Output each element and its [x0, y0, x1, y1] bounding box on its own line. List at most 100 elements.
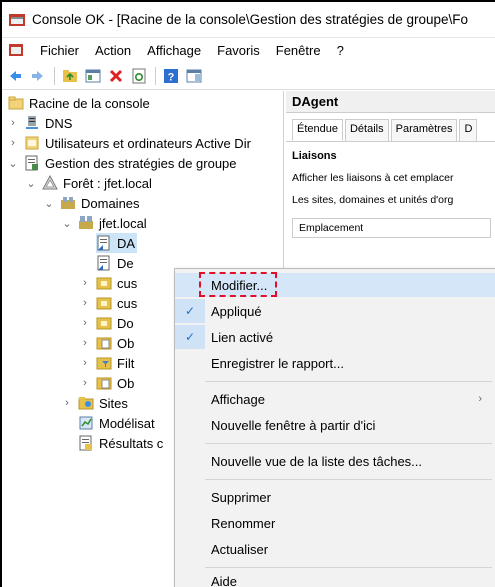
up-folder-icon[interactable]	[61, 67, 79, 85]
show-action-pane-icon[interactable]	[185, 67, 203, 85]
menu-item-supprimer[interactable]: Supprimer	[175, 485, 495, 509]
menu-item-applique[interactable]: ✓ Appliqué	[175, 299, 495, 323]
tree-item-label: Utilisateurs et ordinateurs Active Dir	[45, 135, 251, 151]
menu-separator	[205, 381, 492, 382]
tree-item-label: Ob	[117, 335, 135, 351]
domains-icon	[60, 195, 76, 211]
forest-icon	[42, 174, 58, 191]
menu-item-lien-active[interactable]: ✓ Lien activé	[175, 325, 495, 349]
tab-parametres[interactable]: Paramètres	[390, 119, 458, 141]
folder-icon	[8, 95, 24, 111]
menu-item-nouvelle-vue-taches[interactable]: Nouvelle vue de la liste des tâches...	[175, 449, 495, 473]
context-menu: Modifier... ✓ Appliqué ✓ Lien activé Enr…	[174, 268, 495, 587]
menu-item-renommer[interactable]: Renommer	[175, 511, 495, 535]
collapse-arrow-icon[interactable]: ⌄	[60, 217, 74, 230]
gpo-link-icon	[96, 255, 112, 271]
tree-item-label: cus	[117, 295, 138, 311]
tree-item-domain-jfet[interactable]: ⌄ jfet.local	[60, 213, 146, 233]
expand-arrow-icon[interactable]: ›	[6, 117, 20, 129]
expand-arrow-icon[interactable]: ›	[6, 137, 20, 149]
menu-separator	[205, 567, 492, 568]
tree-item-dns[interactable]: › DNS	[6, 113, 72, 133]
tree-item-ou-3[interactable]: › Do	[78, 313, 134, 333]
filter-folder-icon	[96, 355, 112, 371]
title-bar: Console OK - [Racine de la console\Gesti…	[2, 2, 495, 38]
tree-item-ou-2[interactable]: › cus	[78, 293, 137, 313]
collapse-arrow-icon[interactable]: ⌄	[6, 157, 20, 170]
refresh-icon[interactable]	[130, 67, 148, 85]
collapse-arrow-icon[interactable]: ⌄	[24, 177, 38, 190]
help-icon[interactable]: ?	[162, 67, 180, 85]
tree-item-label: Forêt : jfet.local	[63, 175, 152, 191]
delete-icon[interactable]	[107, 67, 125, 85]
menu-item-nouvelle-fenetre[interactable]: Nouvelle fenêtre à partir d'ici	[175, 413, 495, 437]
results-icon	[78, 435, 94, 451]
toolbar: ?	[2, 62, 495, 90]
expand-arrow-icon[interactable]: ›	[78, 317, 92, 329]
tree-item-root[interactable]: Racine de la console	[8, 93, 150, 113]
mmc-window: Console OK - [Racine de la console\Gesti…	[2, 2, 495, 587]
ou-folder-icon	[96, 295, 112, 311]
modeling-icon	[78, 415, 94, 431]
tree-item-gpm[interactable]: ⌄ Gestion des stratégies de groupe	[6, 153, 237, 173]
menu-item-enregistrer-rapport[interactable]: Enregistrer le rapport...	[175, 351, 495, 375]
expand-arrow-icon[interactable]: ›	[78, 277, 92, 289]
tree-item-gpo-objects[interactable]: › Ob	[78, 333, 134, 353]
tab-etendue[interactable]: Étendue	[292, 119, 343, 141]
expand-arrow-icon[interactable]: ›	[78, 297, 92, 309]
collapse-arrow-icon[interactable]: ⌄	[42, 197, 56, 210]
menu-item-affichage[interactable]: Affichage ›	[175, 387, 495, 411]
tree-item-starter-gpo[interactable]: › Ob	[78, 373, 134, 393]
menu-item-label: Nouvelle vue de la liste des tâches...	[211, 453, 423, 469]
menu-action[interactable]: Action	[87, 43, 139, 58]
liaisons-location-label: Afficher les liaisons à cet emplacer	[292, 172, 454, 184]
tree-item-sites[interactable]: › Sites	[60, 393, 128, 413]
expand-arrow-icon[interactable]: ›	[78, 337, 92, 349]
tree-item-forest[interactable]: ⌄ Forêt : jfet.local	[24, 173, 152, 193]
tree-item-results[interactable]: Résultats c	[78, 433, 163, 453]
tree-item-modeling[interactable]: Modélisat	[78, 413, 155, 433]
tree-item-gpo-link-default[interactable]: De	[96, 253, 134, 273]
menu-affichage[interactable]: Affichage	[139, 43, 209, 58]
window-title: Console OK - [Racine de la console\Gesti…	[32, 12, 468, 27]
tree-item-ou-1[interactable]: › cus	[78, 273, 137, 293]
tab-details[interactable]: Détails	[344, 119, 389, 141]
tree-item-domains[interactable]: ⌄ Domaines	[42, 193, 140, 213]
details-tabs: Étendue Détails Paramètres D	[286, 119, 495, 141]
menu-item-aide[interactable]: Aide	[175, 569, 495, 587]
menu-item-label: Affichage	[211, 391, 265, 407]
menu-item-actualiser[interactable]: Actualiser	[175, 537, 495, 561]
toolbar-separator	[155, 66, 156, 85]
expand-arrow-icon[interactable]: ›	[60, 397, 74, 409]
gpo-folder-icon	[96, 375, 112, 391]
column-header-emplacement[interactable]: Emplacement	[292, 218, 491, 238]
tree-item-label: Domaines	[81, 195, 140, 211]
tree-item-users-computers[interactable]: › Utilisateurs et ordinateurs Active Dir	[6, 133, 251, 153]
check-icon: ✓	[185, 304, 196, 318]
tab-delegation[interactable]: D	[459, 119, 478, 141]
ad-folder-icon	[24, 135, 40, 151]
expand-arrow-icon[interactable]: ›	[78, 377, 92, 389]
menu-item-label: Enregistrer le rapport...	[211, 355, 344, 371]
expand-arrow-icon[interactable]: ›	[78, 357, 92, 369]
tree-item-label: DNS	[45, 115, 73, 131]
forward-arrow-icon[interactable]	[29, 67, 47, 85]
gpo-link-icon	[96, 235, 112, 251]
dns-server-icon	[24, 115, 40, 131]
tree-item-label: Filt	[117, 355, 135, 371]
back-arrow-icon[interactable]	[6, 67, 24, 85]
console-icon[interactable]	[8, 42, 24, 58]
show-hide-tree-icon[interactable]	[84, 67, 102, 85]
menu-favoris[interactable]: Favoris	[209, 43, 268, 58]
menu-separator	[205, 443, 492, 444]
check-icon: ✓	[185, 330, 196, 344]
submenu-arrow-icon: ›	[478, 393, 482, 405]
tree-item-wmi-filters[interactable]: › Filt	[78, 353, 134, 373]
tree-item-gpo-link-dagent[interactable]: DA	[96, 233, 138, 253]
menu-fenetre[interactable]: Fenêtre	[268, 43, 329, 58]
menu-help[interactable]: ?	[329, 43, 352, 58]
menu-fichier[interactable]: Fichier	[32, 43, 87, 58]
tree-item-label: Résultats c	[99, 435, 164, 451]
domain-icon	[78, 215, 94, 231]
tree-item-label: Do	[117, 315, 134, 331]
